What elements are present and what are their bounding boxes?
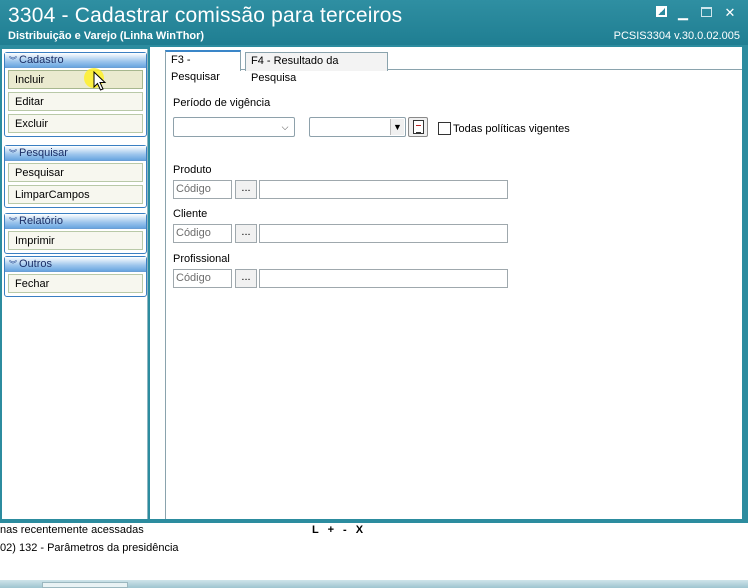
- taskbar-item[interactable]: [42, 582, 128, 588]
- produto-search-button[interactable]: ...: [235, 180, 257, 199]
- chevron-down-icon: ︾: [9, 56, 17, 65]
- version-label: PCSIS3304 v.30.0.02.005: [613, 30, 740, 42]
- excluir-button[interactable]: Excluir: [8, 114, 143, 133]
- cliente-codigo-input[interactable]: Código: [173, 224, 232, 243]
- tab-panel: [165, 70, 742, 519]
- tab-strip: F3 - Pesquisar F4 - Resultado da Pesquis…: [165, 50, 742, 84]
- window-subtitle: Distribuição e Varejo (Linha WinThor): [8, 30, 205, 42]
- profissional-label: Profissional: [173, 253, 230, 265]
- group-cadastro: ︾ Cadastro Incluir Editar Excluir: [4, 52, 147, 137]
- produto-descricao-input[interactable]: [259, 180, 508, 199]
- profissional-codigo-input[interactable]: Código: [173, 269, 232, 288]
- minimize-button[interactable]: ▁: [674, 5, 692, 21]
- group-header-pesquisar[interactable]: ︾ Pesquisar: [5, 146, 146, 161]
- chevron-down-icon: ︾: [9, 149, 17, 158]
- group-header-cadastro[interactable]: ︾ Cadastro: [5, 53, 146, 68]
- profissional-search-button[interactable]: ...: [235, 269, 257, 288]
- group-header-relatorio[interactable]: ︾ Relatório: [5, 214, 146, 229]
- periodo-combo[interactable]: ⌵: [173, 117, 295, 137]
- maximize-button[interactable]: [697, 5, 715, 21]
- cliente-search-button[interactable]: ...: [235, 224, 257, 243]
- calendar-button[interactable]: [408, 117, 428, 137]
- periodo-label: Período de vigência: [173, 97, 271, 109]
- limpar-campos-button[interactable]: LimparCampos: [8, 185, 143, 204]
- restore-icon[interactable]: [652, 5, 670, 21]
- title-bar: 3304 - Cadastrar comissão para terceiros…: [0, 0, 748, 45]
- pesquisar-button[interactable]: Pesquisar: [8, 163, 143, 182]
- group-header-outros[interactable]: ︾ Outros: [5, 257, 146, 272]
- tab-resultado-pesquisa[interactable]: F4 - Resultado da Pesquisa: [245, 52, 388, 84]
- bottom-area: nas recentemente acessadas L + - X 02) 1…: [0, 523, 748, 588]
- incluir-button[interactable]: Incluir: [8, 70, 143, 89]
- imprimir-button[interactable]: Imprimir: [8, 231, 143, 250]
- todas-politicas-checkbox[interactable]: [438, 122, 451, 135]
- recent-controls[interactable]: L + - X: [312, 524, 366, 536]
- cliente-label: Cliente: [173, 208, 208, 220]
- fechar-button[interactable]: Fechar: [8, 274, 143, 293]
- chevron-down-icon: ⌵: [281, 122, 289, 132]
- todas-politicas-label: Todas políticas vigentes: [453, 123, 570, 135]
- taskbar: [0, 580, 748, 588]
- date-picker[interactable]: ▼: [309, 117, 406, 137]
- dropdown-arrow-icon[interactable]: ▼: [390, 119, 404, 135]
- profissional-descricao-input[interactable]: [259, 269, 508, 288]
- recent-title: nas recentemente acessadas: [0, 524, 144, 536]
- group-pesquisar: ︾ Pesquisar Pesquisar LimparCampos: [4, 145, 147, 208]
- group-relatorio: ︾ Relatório Imprimir: [4, 213, 147, 254]
- tab-pesquisar[interactable]: F3 - Pesquisar: [165, 50, 241, 83]
- content-area: F3 - Pesquisar F4 - Resultado da Pesquis…: [150, 47, 742, 519]
- produto-label: Produto: [173, 164, 212, 176]
- cliente-descricao-input[interactable]: [259, 224, 508, 243]
- editar-button[interactable]: Editar: [8, 92, 143, 111]
- produto-codigo-input[interactable]: Código: [173, 180, 232, 199]
- recent-item[interactable]: 02) 132 - Parâmetros da presidência: [0, 542, 179, 554]
- group-outros: ︾ Outros Fechar: [4, 256, 147, 297]
- action-sidebar: ︾ Cadastro Incluir Editar Excluir ︾ Pesqui…: [2, 49, 148, 519]
- main-frame: ︾ Cadastro Incluir Editar Excluir ︾ Pesqui…: [0, 45, 748, 523]
- chevron-down-icon: ︾: [9, 260, 17, 269]
- calendar-icon: [413, 120, 424, 134]
- close-button[interactable]: ✕: [721, 5, 739, 21]
- mouse-cursor-icon: [93, 71, 107, 91]
- window-title: 3304 - Cadastrar comissão para terceiros: [8, 4, 403, 27]
- chevron-down-icon: ︾: [9, 217, 17, 226]
